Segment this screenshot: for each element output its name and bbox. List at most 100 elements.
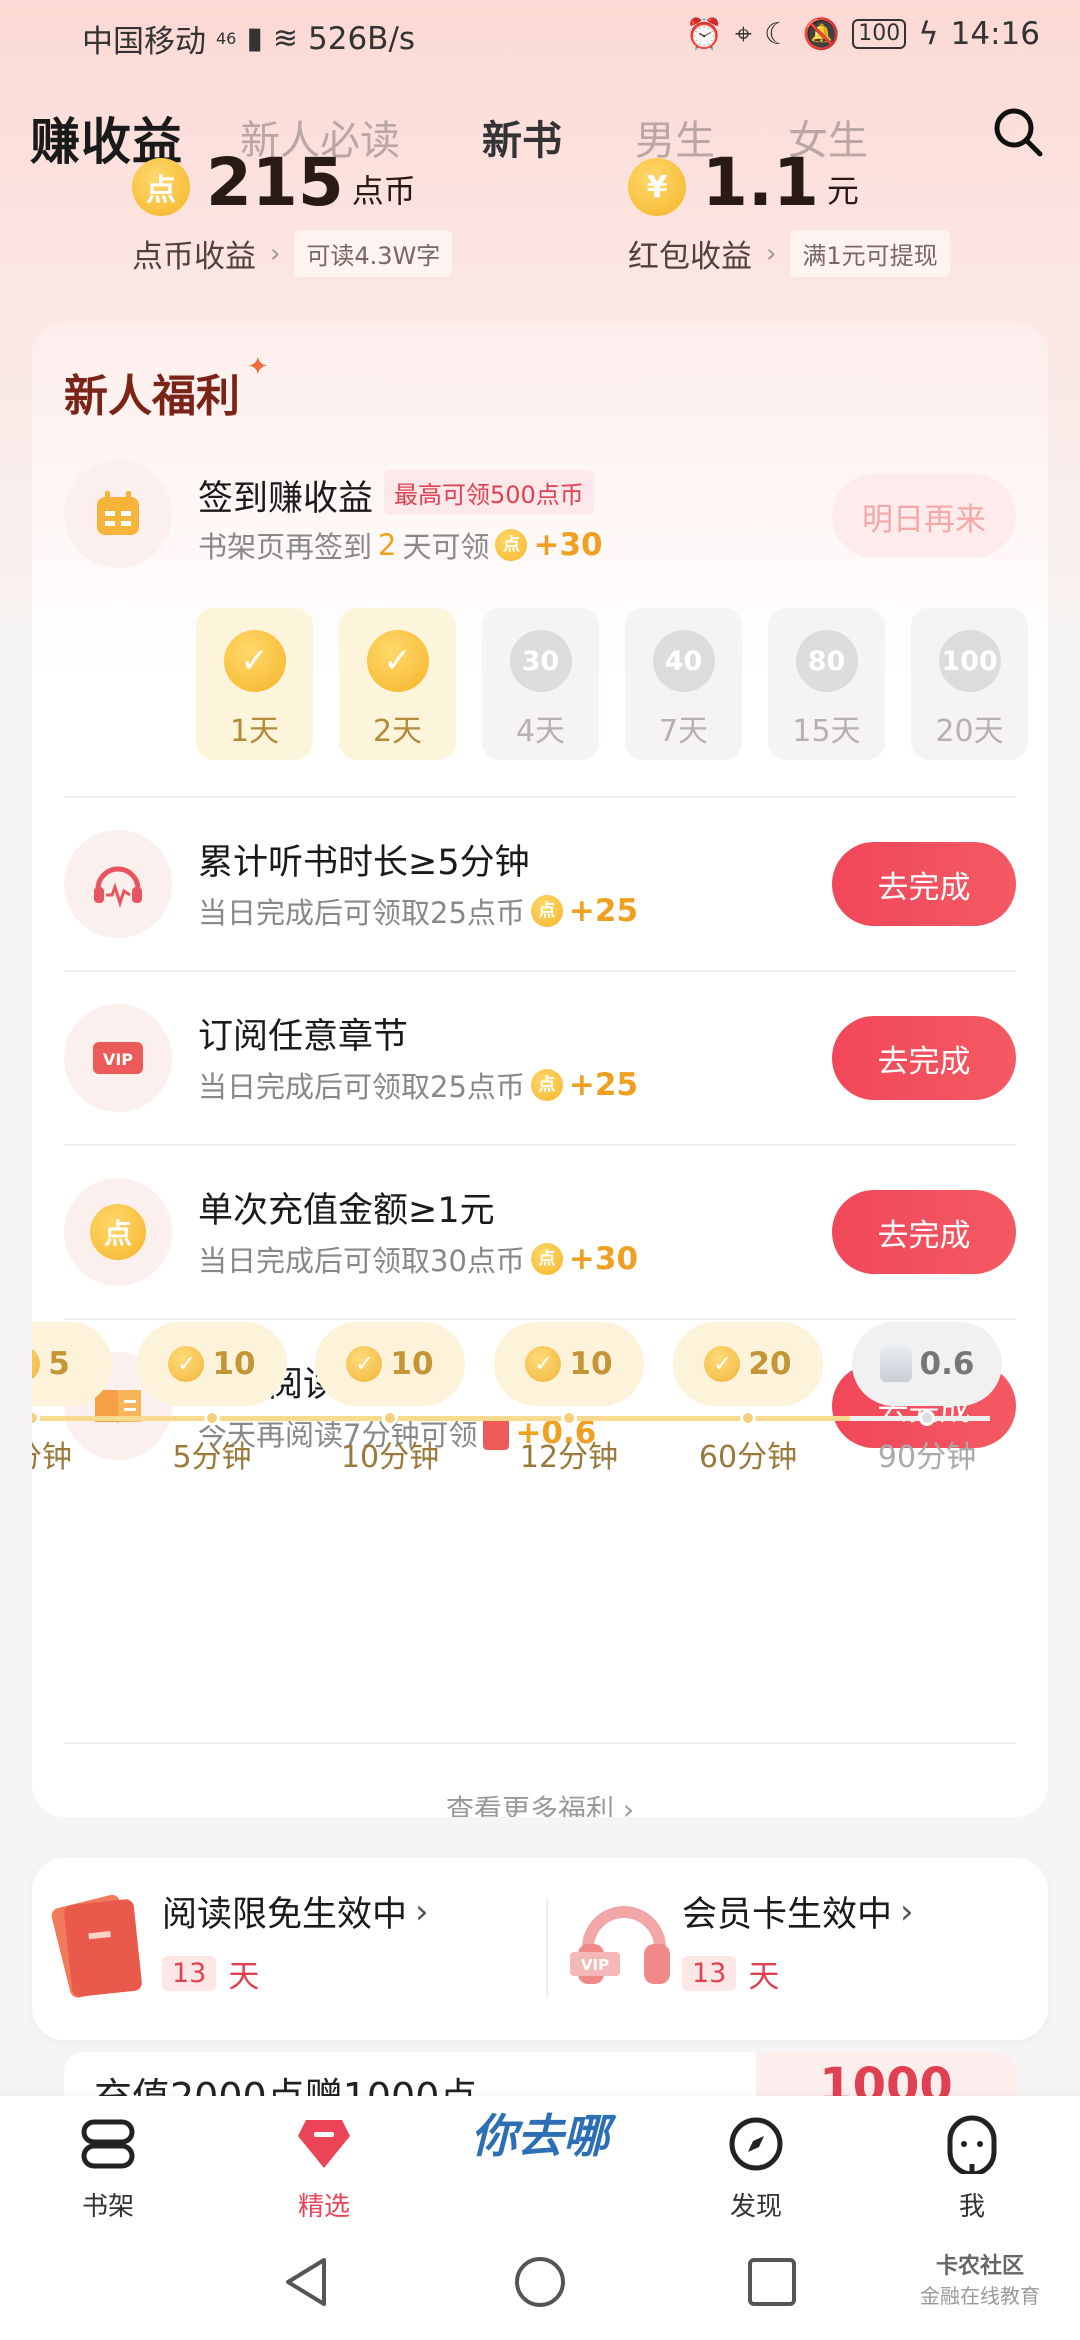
free-read-item[interactable]: 阅读限免生效中 › 13 天 xyxy=(46,1886,429,2006)
headphones-icon xyxy=(64,830,172,938)
sparkle-icon: ✦ xyxy=(247,352,269,382)
redpacket-earnings[interactable]: ¥ 1.1 元 红包收益 › 满1元可提现 xyxy=(628,150,950,277)
signin-sub-suffix: 天可领 xyxy=(402,530,490,564)
task-title: 订阅任意章节 xyxy=(198,1017,409,1057)
bottom-tab-bar: 书架 精选 你去哪 发现 我 xyxy=(0,2096,1080,2226)
task-go-button[interactable]: 去完成 xyxy=(832,1190,1016,1274)
day-label: 20天 xyxy=(935,714,1004,749)
tab-featured[interactable]: 精选 xyxy=(264,2114,384,2223)
divider xyxy=(64,1144,1016,1146)
card-title: 新人福利 xyxy=(64,371,240,422)
red-book-icon xyxy=(51,1894,142,1998)
day-reward: 30 xyxy=(509,630,572,692)
day-reward: 40 xyxy=(652,630,715,692)
status-right: ⏰ ⌖ ☾ 🔕 100 ϟ 14:16 xyxy=(686,16,1040,52)
timeline-value: 10 xyxy=(569,1346,613,1382)
redpacket-value: 1.1 xyxy=(702,144,819,221)
signin-day: ✓ 1天 xyxy=(196,608,313,760)
vip-card-days: 13 xyxy=(682,1956,737,1991)
timeline-label: 90分钟 xyxy=(877,1440,977,1475)
timeline-reward: ✓ 10 xyxy=(137,1322,287,1406)
charging-icon: ϟ xyxy=(918,16,939,52)
location-icon: ⌖ xyxy=(735,16,752,52)
recents-icon[interactable] xyxy=(744,2254,800,2310)
timeline-dot xyxy=(561,1410,577,1426)
task-go-button[interactable]: 去完成 xyxy=(832,842,1016,926)
svg-text:VIP: VIP xyxy=(103,1050,133,1069)
points-earnings[interactable]: 点 215 点币 点币收益 › 可读4.3W字 xyxy=(132,150,453,277)
signin-day: 30 4天 xyxy=(482,608,599,760)
chevron-right-icon: › xyxy=(270,238,281,269)
signin-title: 签到赚收益 xyxy=(198,479,374,519)
coin-icon: 点 xyxy=(530,1069,563,1101)
day-label: 15天 xyxy=(792,714,861,749)
timeline-dot xyxy=(382,1410,398,1426)
tab-label: 精选 xyxy=(297,2192,350,2222)
day-label: 2天 xyxy=(372,714,423,749)
timeline-dot xyxy=(204,1410,220,1426)
timeline-label: 60分钟 xyxy=(698,1440,798,1475)
vip-headphones-icon: VIP xyxy=(570,1906,670,1984)
timeline-reward: ✓ 20 xyxy=(673,1322,823,1406)
timeline-value: 20 xyxy=(748,1346,792,1382)
tab-new-books[interactable]: 新书 xyxy=(482,108,562,166)
calendar-icon xyxy=(64,460,172,568)
timeline-value: 0.6 xyxy=(919,1346,975,1382)
status-left: 中国移动 46 ▮ ≋ 526B/s xyxy=(82,16,415,61)
check-icon: ✓ xyxy=(704,1346,741,1382)
tab-me[interactable]: 我 xyxy=(912,2114,1032,2223)
points-coin-icon: 点 xyxy=(132,158,190,216)
task-sub-text: 当日完成后可领取25点币 xyxy=(198,1070,525,1104)
tab-label: 书架 xyxy=(81,2192,134,2222)
signin-day: 40 7天 xyxy=(625,608,742,760)
task-sub-text: 当日完成后可领取25点币 xyxy=(198,896,525,930)
check-icon: ✓ xyxy=(525,1346,562,1382)
timeline-reward: ✓ 10 xyxy=(494,1322,644,1406)
back-icon[interactable] xyxy=(280,2254,336,2310)
task-reward: +25 xyxy=(568,893,639,929)
redpacket-icon xyxy=(879,1346,912,1382)
redpacket-chip: 满1元可提现 xyxy=(790,230,950,277)
vip-card-title: 会员卡生效中 xyxy=(682,1895,893,1935)
signin-day: ✓ 2天 xyxy=(339,608,456,760)
coin-icon: 点 xyxy=(495,529,528,561)
timeline-reward: ✓5 xyxy=(32,1322,112,1406)
center-brand-logo[interactable]: 你去哪 xyxy=(470,2112,610,2212)
tab-discover[interactable]: 发现 xyxy=(696,2114,816,2223)
chevron-right-icon: › xyxy=(415,1891,429,1932)
task-subtitle: 当日完成后可领取30点币点 +30 xyxy=(198,1238,638,1280)
task-reward: +30 xyxy=(568,1241,639,1277)
task-sub-text: 当日完成后可领取30点币 xyxy=(198,1244,525,1278)
chevron-right-icon: › xyxy=(900,1891,914,1932)
signin-days: ✓ 1天 ✓ 2天 30 4天 40 7天 80 15天 100 20天 xyxy=(196,608,1028,760)
more-benefits-link[interactable]: 查看更多福利 › xyxy=(32,1788,1048,1817)
search-icon[interactable] xyxy=(990,104,1046,160)
bookshelf-icon xyxy=(81,2119,135,2169)
check-icon: ✓ xyxy=(32,1346,41,1382)
signin-sub-days: 2 xyxy=(378,528,397,562)
timeline-dot xyxy=(32,1410,40,1426)
watermark-title: 卡农社区 xyxy=(935,2254,1024,2279)
come-back-tomorrow-button[interactable]: 明日再来 xyxy=(832,474,1016,558)
divider xyxy=(546,1898,548,1998)
timeline-value: 10 xyxy=(212,1346,256,1382)
coin-icon: 点 xyxy=(530,1243,563,1275)
carrier-label: 中国移动 xyxy=(82,24,206,60)
timeline-dot xyxy=(919,1410,935,1426)
vip-card-item[interactable]: VIP 会员卡生效中 › 13 天 xyxy=(566,1886,914,2006)
coin-task-icon: 点 xyxy=(64,1178,172,1286)
check-icon: ✓ xyxy=(223,630,286,692)
timeline-value: 5 xyxy=(48,1346,70,1382)
svg-text:VIP: VIP xyxy=(581,1956,609,1974)
moon-icon: ☾ xyxy=(763,16,791,52)
compass-icon xyxy=(729,2117,783,2171)
battery-indicator: 100 xyxy=(852,19,907,49)
chevron-right-icon: › xyxy=(766,238,777,269)
watermark-sub: 金融在线教育 xyxy=(920,2284,1040,2308)
tab-bookshelf[interactable]: 书架 xyxy=(48,2114,168,2223)
task-go-button[interactable]: 去完成 xyxy=(832,1016,1016,1100)
redpacket-unit: 元 xyxy=(826,172,859,210)
home-icon[interactable] xyxy=(512,2254,568,2310)
tab-label: 我 xyxy=(958,2192,985,2222)
redpacket-label: 红包收益 xyxy=(628,239,752,275)
